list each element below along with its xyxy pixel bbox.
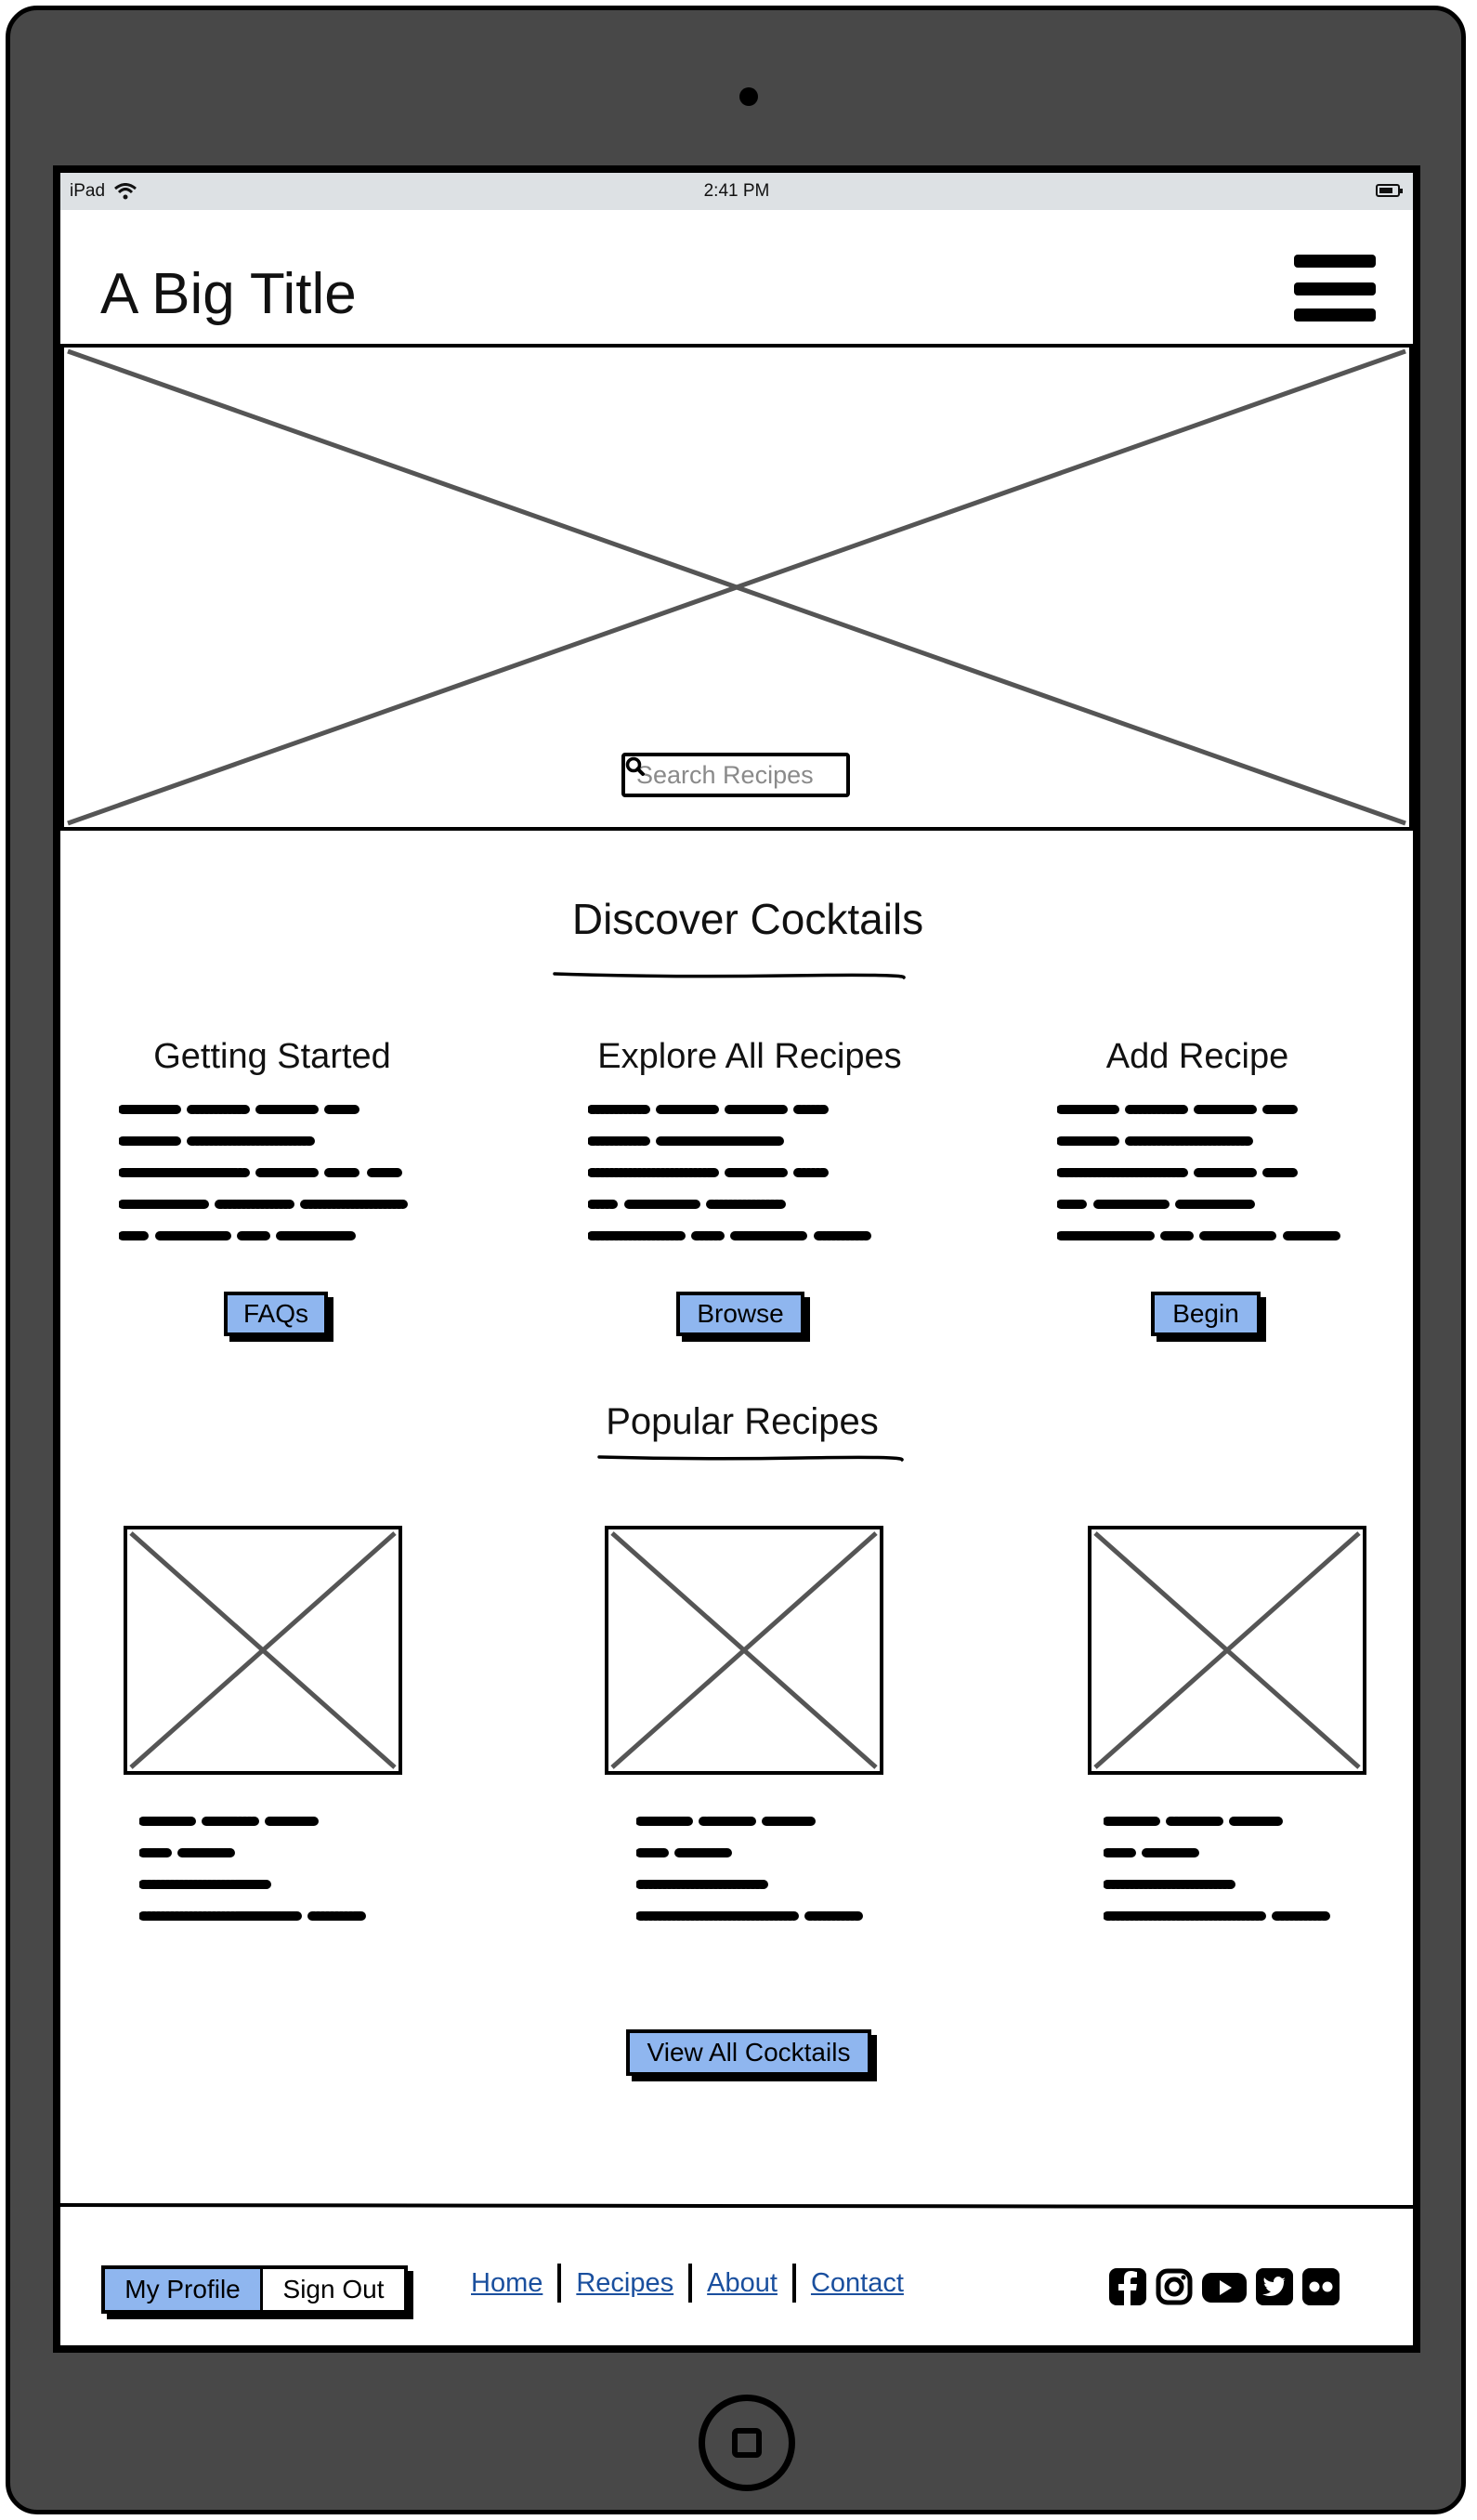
explore-recipes-title: Explore All Recipes	[597, 1037, 902, 1076]
search-icon	[625, 756, 645, 776]
facebook-icon[interactable]	[1108, 2267, 1147, 2306]
footer-link-about[interactable]: About	[707, 2268, 778, 2299]
recipe-text-3	[1104, 1817, 1331, 1921]
discover-title: Discover Cocktails	[571, 895, 924, 943]
image-placeholder-icon	[1093, 1531, 1361, 1769]
account-button-group: My Profile Sign Out	[101, 2265, 408, 2314]
footer-link-home[interactable]: Home	[471, 2268, 542, 2299]
recipe-text-2	[636, 1817, 864, 1921]
footer-link-contact[interactable]: Contact	[811, 2268, 904, 2299]
camera-icon	[739, 87, 758, 106]
home-button[interactable]	[699, 2395, 795, 2491]
nav-separator	[688, 2264, 693, 2303]
flickr-icon[interactable]	[1301, 2267, 1340, 2306]
youtube-icon[interactable]	[1201, 2267, 1248, 2306]
discover-underline	[553, 972, 906, 979]
battery-icon	[1376, 184, 1403, 197]
twitter-icon[interactable]	[1255, 2267, 1294, 2306]
view-all-cocktails-button[interactable]: View All Cocktails	[626, 2029, 871, 2076]
my-profile-button[interactable]: My Profile	[105, 2269, 263, 2310]
sign-out-button[interactable]: Sign Out	[263, 2269, 404, 2310]
search-input[interactable]	[634, 759, 815, 791]
add-recipe-text	[1057, 1105, 1340, 1240]
faqs-button[interactable]: FAQs	[224, 1292, 328, 1336]
status-time: 2:41 PM	[703, 181, 770, 201]
popular-underline	[597, 1455, 904, 1462]
recipe-text-1	[139, 1817, 367, 1921]
instagram-icon[interactable]	[1155, 2267, 1194, 2306]
footer-link-recipes[interactable]: Recipes	[576, 2268, 673, 2299]
page-title: A Big Title	[100, 262, 357, 326]
popular-title: Popular Recipes	[606, 1401, 879, 1442]
browse-button[interactable]: Browse	[676, 1292, 804, 1336]
begin-button[interactable]: Begin	[1151, 1292, 1261, 1336]
image-placeholder-icon	[610, 1531, 878, 1769]
nav-separator	[791, 2264, 796, 2303]
getting-started-text	[119, 1105, 408, 1240]
menu-icon[interactable]	[1294, 255, 1376, 325]
social-links	[1108, 2267, 1340, 2306]
recipe-image-2[interactable]	[605, 1526, 883, 1775]
recipe-image-1[interactable]	[124, 1526, 402, 1775]
add-recipe-title: Add Recipe	[1105, 1037, 1289, 1076]
explore-recipes-text	[588, 1105, 871, 1240]
footer-nav: Home Recipes About Contact	[471, 2264, 904, 2303]
getting-started-title: Getting Started	[153, 1037, 391, 1076]
status-bar: iPad 2:41 PM	[60, 173, 1413, 210]
device-screen: iPad 2:41 PM A Big Title Discover Co	[53, 165, 1420, 2353]
footer-divider	[60, 2202, 1413, 2210]
hero-image-placeholder	[60, 344, 1413, 831]
image-placeholder-icon	[129, 1531, 397, 1769]
nav-separator	[557, 2264, 562, 2303]
search-bar[interactable]	[621, 753, 850, 797]
recipe-image-3[interactable]	[1088, 1526, 1366, 1775]
